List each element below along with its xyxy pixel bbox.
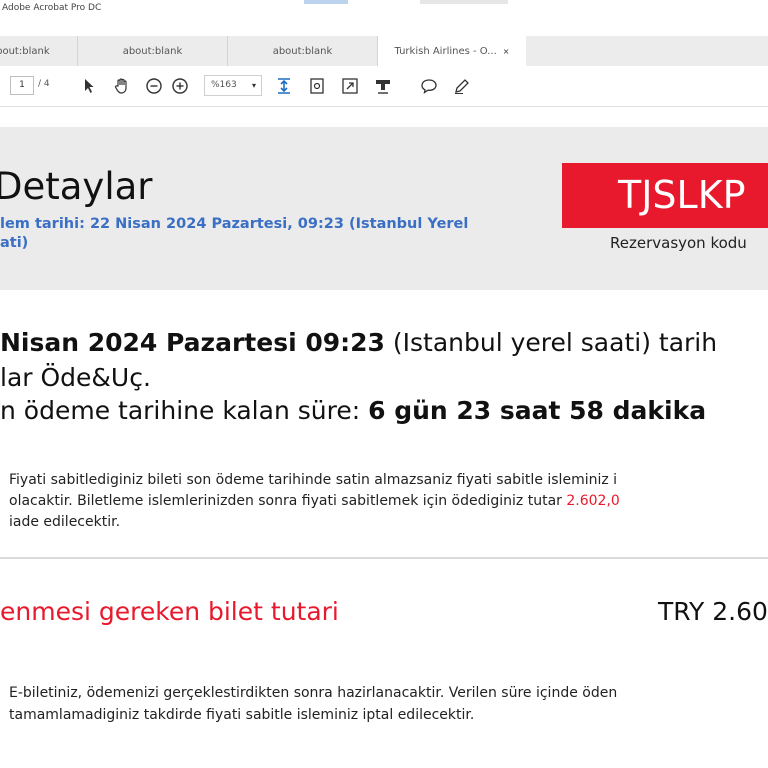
deadline-date: Nisan 2024 Pazartesi 09:23 xyxy=(0,328,385,357)
remaining-time-line: n ödeme tarihine kalan süre: 6 gün 23 sa… xyxy=(0,396,706,425)
chevron-down-icon: ▾ xyxy=(251,81,256,90)
note-text: olacaktir. Biletleme islemlerinizden son… xyxy=(9,493,567,509)
tab-label: about:blank xyxy=(272,45,333,57)
ticket-amount-value: TRY 2.60 xyxy=(658,597,768,626)
page-title: Detaylar xyxy=(0,165,153,208)
pay-and-fly-line: lar Öde&Uç. xyxy=(0,363,151,392)
transaction-date: lem tarihi: 22 Nisan 2024 Pazartesi, 09:… xyxy=(0,215,520,253)
tab-about-blank-1[interactable]: about:blank xyxy=(0,36,78,66)
page-number-input[interactable]: 1 xyxy=(10,76,34,95)
app-title: Adobe Acrobat Pro DC xyxy=(2,3,102,13)
tab-label: Turkish Airlines - O... xyxy=(394,45,497,57)
hand-icon[interactable] xyxy=(111,75,133,97)
zoom-value: %163 xyxy=(211,80,237,90)
document-top-margin xyxy=(0,107,768,127)
page-view-icon[interactable] xyxy=(306,75,328,97)
pen-icon[interactable] xyxy=(451,75,473,97)
titlebar-highlight-secondary xyxy=(420,0,508,4)
remaining-time-value: 6 gün 23 saat 58 dakika xyxy=(368,396,707,425)
tab-label: about:blank xyxy=(122,45,183,57)
fit-page-icon[interactable] xyxy=(273,75,295,97)
pnr-code-badge: TJSLKP xyxy=(562,163,768,228)
zoom-out-icon[interactable] xyxy=(143,75,165,97)
payment-deadline-line: Nisan 2024 Pazartesi 09:23 (Istanbul yer… xyxy=(0,328,717,357)
ticket-amount-label: enmesi gereken bilet tutari xyxy=(0,597,339,626)
pnr-label: Rezervasyon kodu xyxy=(610,234,747,252)
comment-icon[interactable] xyxy=(418,75,440,97)
note-line: iade edilecektir. xyxy=(9,514,121,530)
select-arrow-icon[interactable] xyxy=(78,75,100,97)
tab-close-icon[interactable]: × xyxy=(503,47,510,56)
tab-turkish-airlines[interactable]: Turkish Airlines - O... × xyxy=(378,36,526,66)
tab-bar: about:blank about:blank about:blank Turk… xyxy=(0,36,768,66)
toolbar: 1 / 4 %163 ▾ xyxy=(0,66,768,107)
refund-amount: 2.602,0 xyxy=(566,493,620,509)
remaining-time-label: n ödeme tarihine kalan süre: xyxy=(0,396,369,425)
note-line: Fiyati sabitlediginiz bileti son ödeme t… xyxy=(9,472,618,488)
note-line: tamamlamadiginiz takdirde fiyati sabitle… xyxy=(9,707,475,723)
window-titlebar: Adobe Acrobat Pro DC xyxy=(0,0,768,22)
zoom-select[interactable]: %163 ▾ xyxy=(204,75,262,96)
transaction-date-text: lem tarihi: 22 Nisan 2024 Pazartesi, 09:… xyxy=(0,216,469,251)
tab-about-blank-2[interactable]: about:blank xyxy=(78,36,228,66)
tab-label: about:blank xyxy=(0,45,50,57)
deadline-suffix: (Istanbul yerel saati) tarih xyxy=(384,328,718,357)
note-line: olacaktir. Biletleme islemlerinizden son… xyxy=(9,491,768,512)
price-lock-note: Fiyati sabitlediginiz bileti son ödeme t… xyxy=(9,470,768,533)
section-divider xyxy=(0,557,768,559)
page-total: / 4 xyxy=(38,79,50,89)
stamp-icon[interactable] xyxy=(372,75,394,97)
tab-about-blank-3[interactable]: about:blank xyxy=(228,36,378,66)
titlebar-highlight xyxy=(304,0,348,4)
zoom-in-icon[interactable] xyxy=(169,75,191,97)
note-line: E-biletiniz, ödemenizi gerçeklestirdikte… xyxy=(9,685,618,701)
fullscreen-icon[interactable] xyxy=(339,75,361,97)
eticket-note: E-biletiniz, ödemenizi gerçeklestirdikte… xyxy=(9,682,768,726)
